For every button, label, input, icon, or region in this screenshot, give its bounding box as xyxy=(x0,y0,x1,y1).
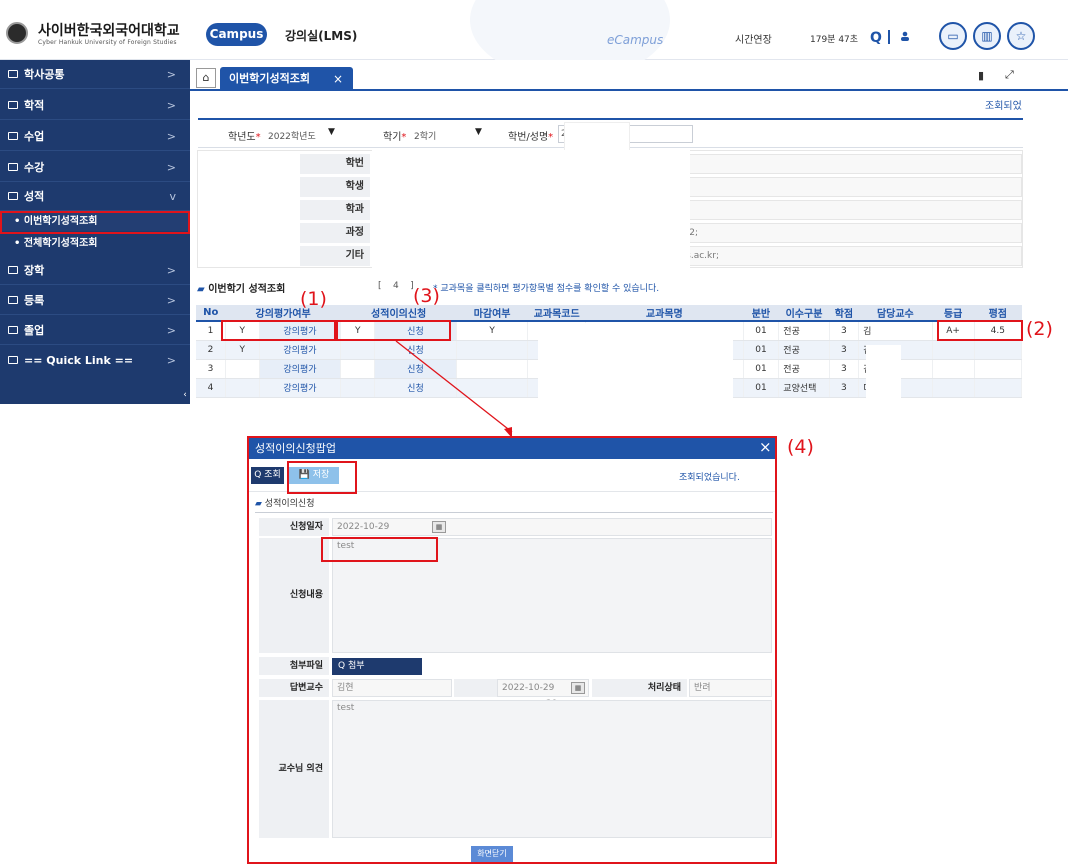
apply-date-field[interactable]: 2022-10-29 xyxy=(332,518,772,536)
highlight-box-save xyxy=(287,461,357,494)
popup-title: 성적이의신청팝업 xyxy=(249,438,775,459)
search-button[interactable]: Q 조회 xyxy=(251,467,284,484)
opinion-label: 교수님 의견 xyxy=(259,700,329,838)
popup-status-message: 조회되었습니다. xyxy=(679,473,740,483)
close-icon[interactable]: × xyxy=(759,438,772,456)
opinion-textarea: test xyxy=(332,700,772,838)
attach-button[interactable]: Q 첨부 xyxy=(332,658,422,675)
calendar-icon[interactable]: ▦ xyxy=(571,682,585,694)
answer-prof-label: 답변교수 xyxy=(259,679,329,697)
process-status-label: 처리상태 xyxy=(592,679,687,697)
popup-section-title: ▰ 성적이의신청 xyxy=(255,499,315,509)
close-window-button[interactable]: 화면닫기 xyxy=(471,846,513,862)
answer-prof-field: 김현 xyxy=(332,679,452,697)
calendar-icon[interactable]: ▦ xyxy=(432,521,446,533)
process-status-field: 반려 xyxy=(689,679,772,697)
content-label: 신청내용 xyxy=(259,538,329,653)
grade-appeal-popup: 성적이의신청팝업 × Q 조회 💾 저장 조회되었습니다. ▰ 성적이의신청 신… xyxy=(247,436,777,864)
apply-date-label: 신청일자 xyxy=(259,518,329,536)
attach-label: 첨부파일 xyxy=(259,657,329,675)
highlight-box-content xyxy=(321,537,438,562)
divider xyxy=(255,512,773,513)
